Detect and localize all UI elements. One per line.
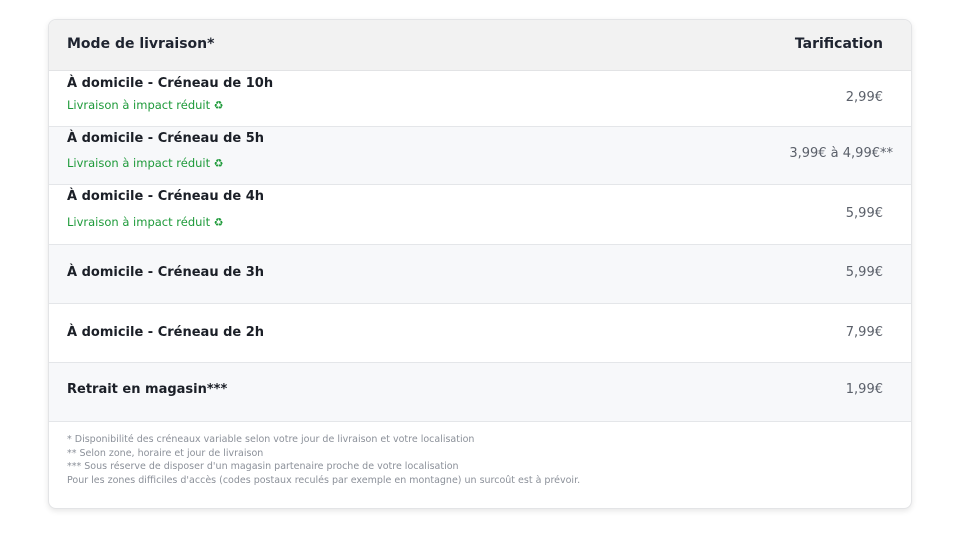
table-header: Mode de livraison* Tarification bbox=[49, 20, 911, 71]
eco-delivery-label: Livraison à impact réduit ♻ bbox=[67, 215, 224, 229]
table-row: Retrait en magasin*** 1,99€ bbox=[49, 363, 911, 422]
eco-delivery-label: Livraison à impact réduit ♻ bbox=[67, 98, 224, 112]
footnote: ** Selon zone, horaire et jour de livrai… bbox=[67, 447, 264, 459]
delivery-price: 7,99€ bbox=[845, 325, 883, 340]
recycle-icon: ♻ bbox=[213, 157, 224, 170]
delivery-price: 5,99€ bbox=[845, 206, 883, 221]
footnote: * Disponibilité des créneaux variable se… bbox=[67, 434, 475, 445]
delivery-mode-title: À domicile - Créneau de 2h bbox=[67, 325, 265, 340]
footnotes: * Disponibilité des créneaux variable se… bbox=[67, 433, 580, 487]
delivery-mode-title: À domicile - Créneau de 10h bbox=[67, 76, 274, 91]
delivery-price: 3,99€ à 4,99€** bbox=[789, 146, 893, 161]
delivery-price: 2,99€ bbox=[845, 90, 883, 105]
column-header-price: Tarification bbox=[794, 36, 883, 52]
delivery-price: 1,99€ bbox=[845, 382, 883, 397]
column-header-mode: Mode de livraison* bbox=[67, 36, 215, 52]
eco-delivery-label: Livraison à impact réduit ♻ bbox=[67, 156, 224, 170]
recycle-icon: ♻ bbox=[213, 99, 224, 112]
table-row: À domicile - Créneau de 4h Livraison à i… bbox=[49, 185, 911, 245]
footnote: Pour les zones difficiles d'accès (codes… bbox=[67, 474, 581, 486]
table-row: À domicile - Créneau de 5h Livraison à i… bbox=[49, 127, 911, 185]
footnote: *** Sous réserve de disposer d'un magasi… bbox=[67, 461, 459, 472]
delivery-mode-title: À domicile - Créneau de 5h bbox=[67, 131, 265, 146]
recycle-icon: ♻ bbox=[213, 216, 224, 229]
delivery-mode-title: Retrait en magasin*** bbox=[67, 382, 228, 397]
delivery-pricing-card: Mode de livraison* Tarification À domici… bbox=[48, 19, 912, 509]
delivery-mode-title: À domicile - Créneau de 3h bbox=[67, 265, 265, 280]
eco-delivery-text: Livraison à impact réduit bbox=[67, 156, 211, 170]
table-row: À domicile - Créneau de 10h Livraison à … bbox=[49, 71, 911, 127]
delivery-mode-title: À domicile - Créneau de 4h bbox=[67, 189, 265, 204]
delivery-price: 5,99€ bbox=[845, 265, 883, 280]
eco-delivery-text: Livraison à impact réduit bbox=[67, 215, 211, 229]
table-row: À domicile - Créneau de 2h 7,99€ bbox=[49, 304, 911, 363]
eco-delivery-text: Livraison à impact réduit bbox=[67, 98, 211, 112]
table-row: À domicile - Créneau de 3h 5,99€ bbox=[49, 245, 911, 304]
